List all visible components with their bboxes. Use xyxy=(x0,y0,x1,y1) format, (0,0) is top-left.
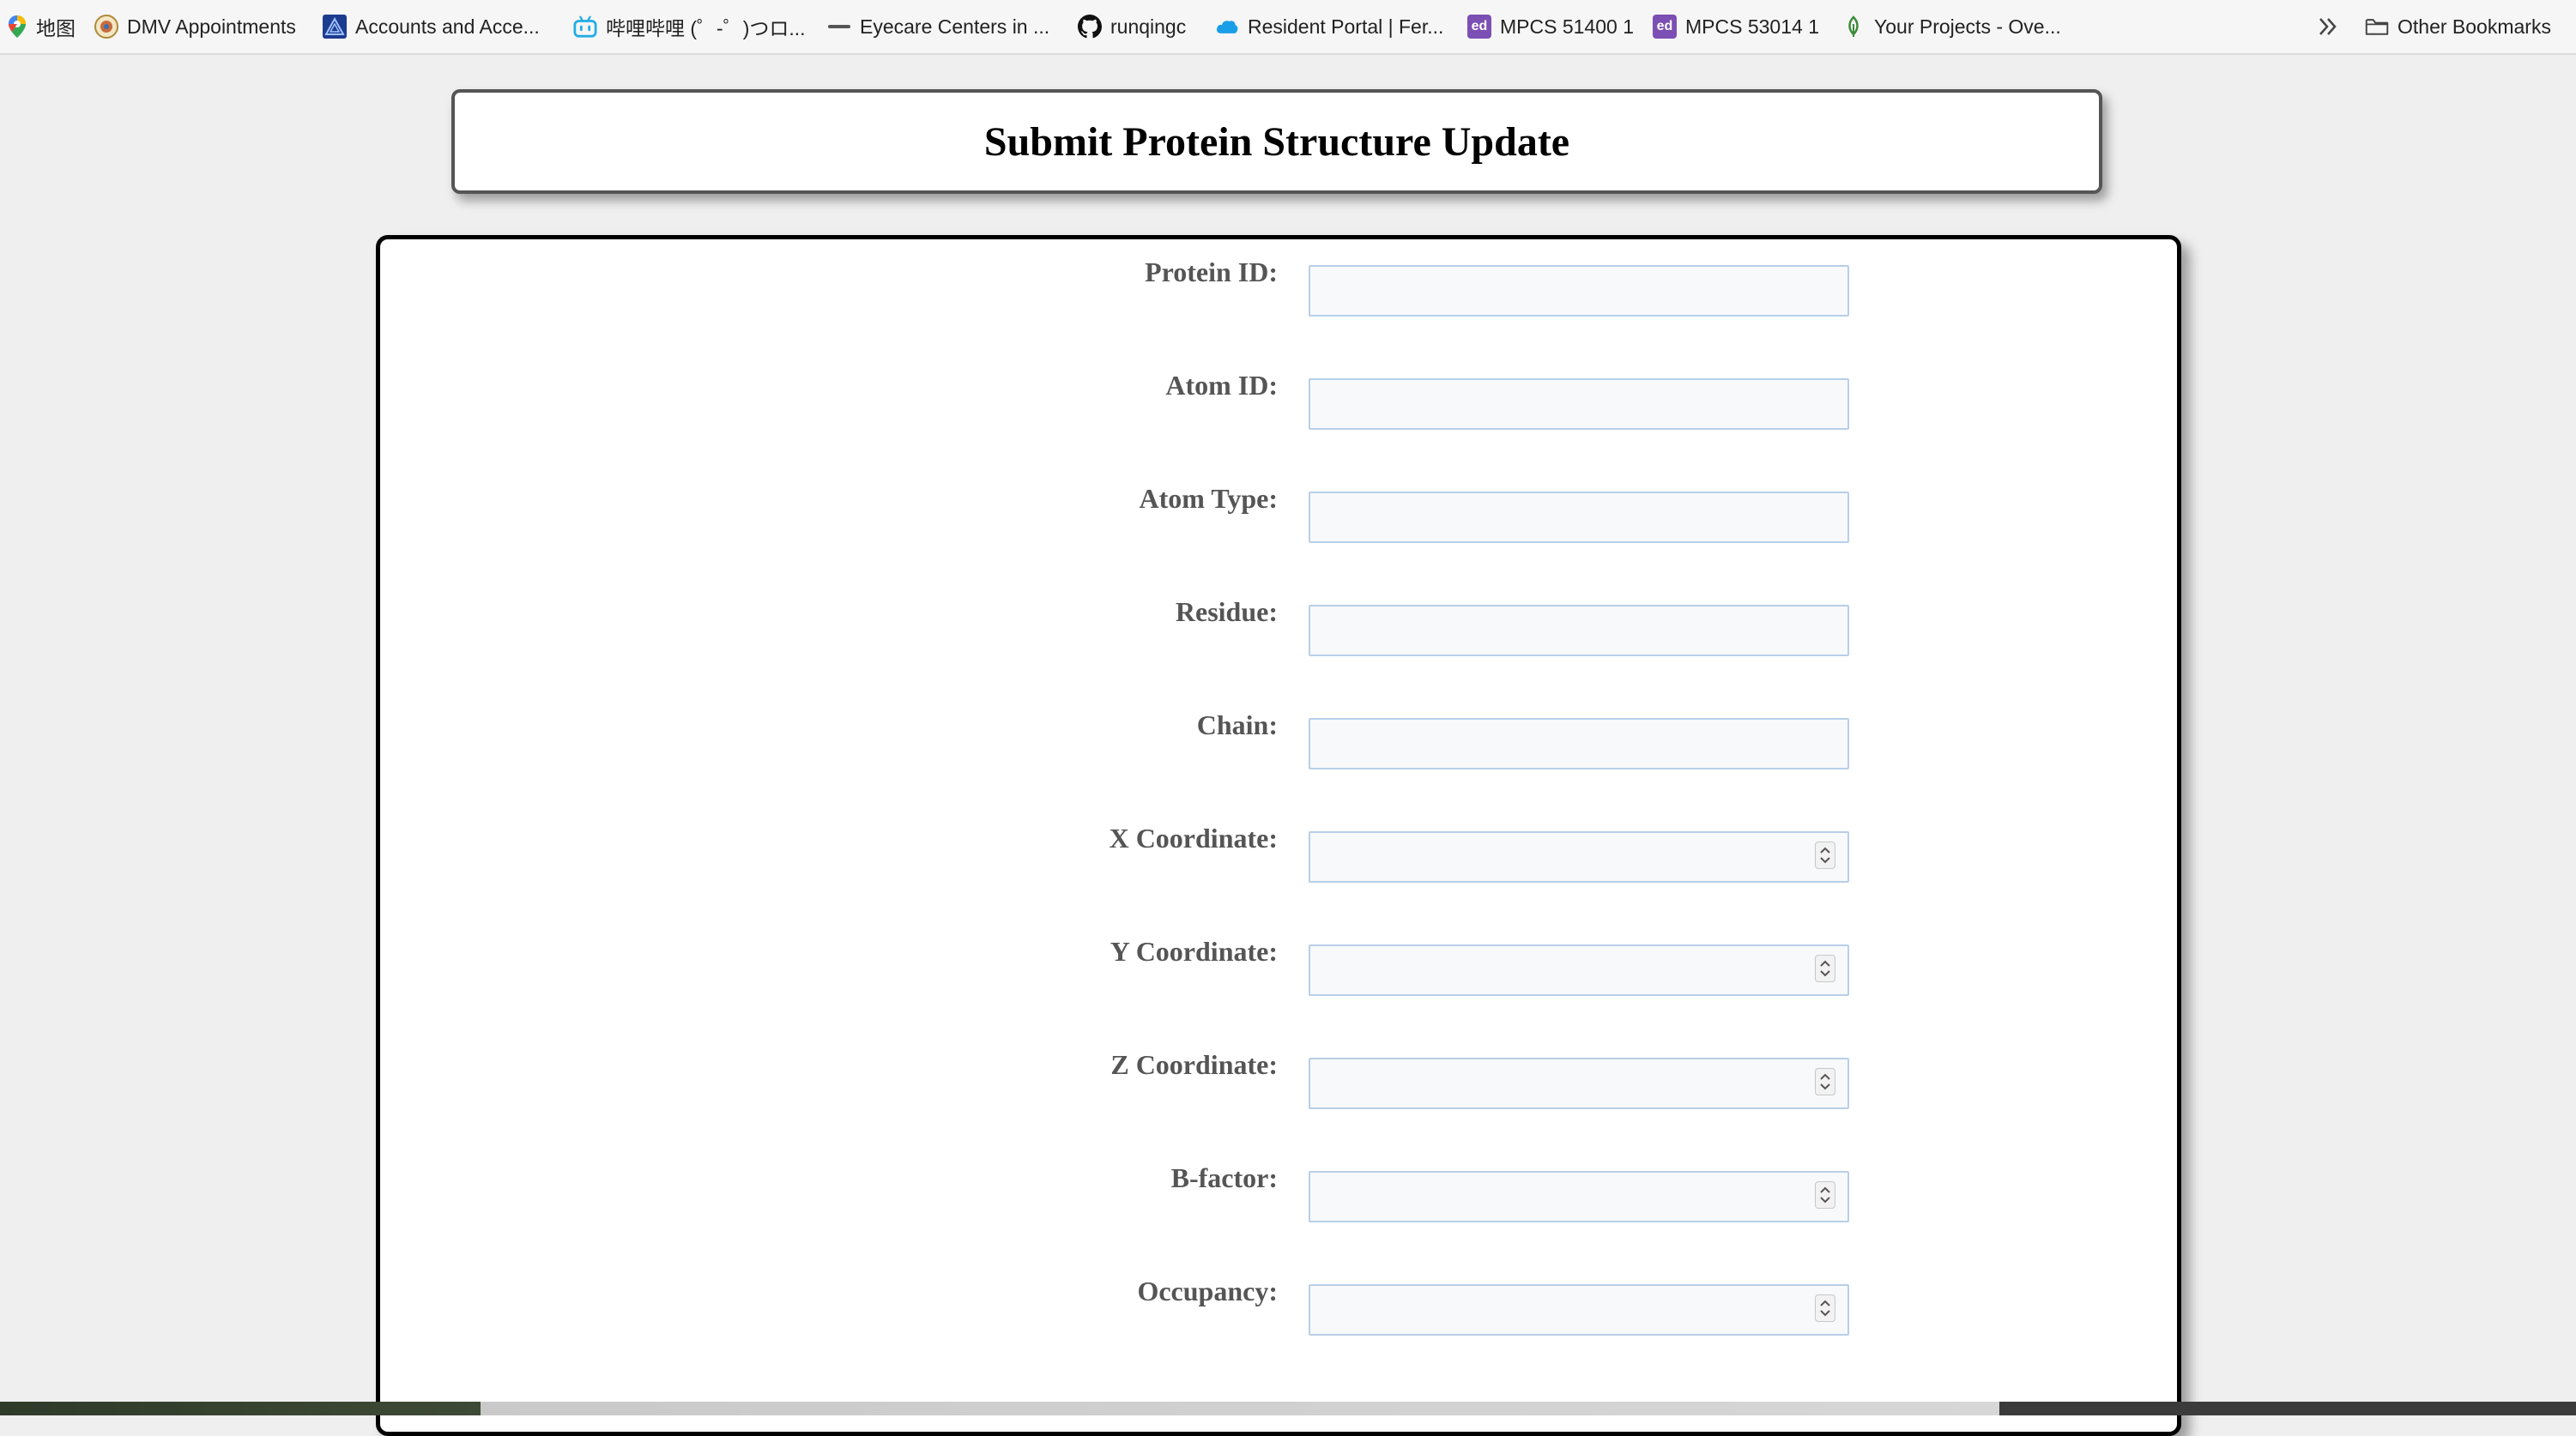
bookmark-label: MPCS 53014 1 xyxy=(1685,15,1819,38)
occupancy-input[interactable] xyxy=(1309,1284,1849,1336)
atom-type-row: Atom Type: xyxy=(380,483,2177,543)
protein-id-input[interactable] xyxy=(1309,265,1849,317)
maps-pin-icon xyxy=(5,15,29,39)
residue-label: Residue: xyxy=(1175,596,1278,627)
z-coordinate-row: Z Coordinate: xyxy=(380,1049,2177,1109)
bookmark-resident-portal[interactable]: Resident Portal | Fer... xyxy=(1215,12,1443,41)
residue-row: Residue: xyxy=(380,596,2177,656)
x-coordinate-row: X Coordinate: xyxy=(380,823,2177,883)
bookmark-your-projects[interactable]: Your Projects - Ove... xyxy=(1841,12,2061,41)
cloud-icon xyxy=(1215,15,1239,39)
bookmark-label: Accounts and Acce... xyxy=(355,15,540,38)
github-icon xyxy=(1078,15,1102,39)
atom-id-label: Atom ID: xyxy=(1165,370,1278,401)
bookmark-other-bookmarks[interactable]: Other Bookmarks xyxy=(2365,12,2551,41)
bookmark-accounts-and-access[interactable]: Accounts and Acce... xyxy=(323,12,540,41)
protein-id-label: Protein ID: xyxy=(1145,256,1278,287)
bookmark-label: DMV Appointments xyxy=(127,15,296,38)
x-coordinate-stepper-icon[interactable] xyxy=(1815,842,1835,869)
b-factor-label: B-factor: xyxy=(1170,1162,1278,1193)
atom-type-label: Atom Type: xyxy=(1139,483,1278,514)
bookmark-label: Resident Portal | Fer... xyxy=(1248,15,1444,38)
bookmark-label: 哔哩哔哩 (゜-゜)つロ... xyxy=(606,17,806,39)
x-coordinate-label: X Coordinate: xyxy=(1109,823,1278,854)
y-coordinate-input[interactable] xyxy=(1309,944,1849,996)
bilibili-tv-icon xyxy=(573,15,597,39)
y-coordinate-stepper-icon[interactable] xyxy=(1815,955,1835,982)
bookmark-mpcs-51400[interactable]: ed MPCS 51400 1 xyxy=(1467,12,1634,41)
bookmark-mpcs-53014[interactable]: ed MPCS 53014 1 xyxy=(1653,12,1819,41)
leaf-icon xyxy=(1841,15,1865,39)
protein-id-row: Protein ID: xyxy=(380,256,2177,317)
bookmark-github-runqingc[interactable]: runqingc xyxy=(1078,12,1186,41)
x-coordinate-input[interactable] xyxy=(1309,831,1849,883)
page-title-card: Submit Protein Structure Update xyxy=(451,89,2102,194)
chain-input[interactable] xyxy=(1309,718,1849,769)
b-factor-input[interactable] xyxy=(1309,1171,1849,1222)
chain-row: Chain: xyxy=(380,709,2177,769)
atom-id-row: Atom ID: xyxy=(380,370,2177,430)
occupancy-row: Occupancy: xyxy=(380,1276,2177,1336)
dock-strip xyxy=(0,1402,2576,1415)
occupancy-label: Occupancy: xyxy=(1137,1276,1278,1306)
bookmark-label: MPCS 51400 1 xyxy=(1500,15,1634,38)
bookmark-bilibili[interactable]: 哔哩哔哩 (゜-゜)つロ... xyxy=(573,12,806,41)
bookmark-label: runqingc xyxy=(1110,15,1187,38)
folder-icon xyxy=(2365,15,2389,39)
occupancy-stepper-icon[interactable] xyxy=(1815,1294,1835,1322)
atom-type-input[interactable] xyxy=(1309,492,1849,543)
b-factor-stepper-icon[interactable] xyxy=(1815,1181,1835,1209)
protein-update-form: Protein ID: Atom ID: Atom Type: Residue:… xyxy=(376,235,2181,1436)
more-bookmarks-chevron-icon[interactable] xyxy=(2315,14,2341,39)
triangle-logo-icon xyxy=(323,15,347,39)
bookmark-label: Your Projects - Ove... xyxy=(1874,15,2061,38)
page-title: Submit Protein Structure Update xyxy=(983,118,1570,165)
bookmark-dmv-appointments[interactable]: DMV Appointments xyxy=(94,12,296,41)
bookmark-label: 地图 xyxy=(36,17,76,39)
bookmark-eyecare-centers[interactable]: Eyecare Centers in ... xyxy=(827,12,1049,41)
bookmark-label: Eyecare Centers in ... xyxy=(860,15,1050,38)
ed-icon: ed xyxy=(1467,15,1491,39)
bookmarks-bar: 地图 DMV Appointments Accounts and Acce... xyxy=(0,0,2576,55)
other-bookmarks-label: Other Bookmarks xyxy=(2398,15,2551,38)
z-coordinate-input[interactable] xyxy=(1309,1058,1849,1109)
y-coordinate-label: Y Coordinate: xyxy=(1110,936,1278,967)
bookmark-maps[interactable]: 地图 xyxy=(5,12,76,41)
atom-id-input[interactable] xyxy=(1309,378,1849,430)
chain-label: Chain: xyxy=(1196,709,1278,740)
eyecare-logo-icon xyxy=(827,15,851,39)
residue-input[interactable] xyxy=(1309,605,1849,656)
y-coordinate-row: Y Coordinate: xyxy=(380,936,2177,996)
z-coordinate-label: Z Coordinate: xyxy=(1110,1049,1278,1080)
z-coordinate-stepper-icon[interactable] xyxy=(1815,1068,1835,1095)
b-factor-row: B-factor: xyxy=(380,1162,2177,1222)
state-seal-icon xyxy=(94,15,118,39)
ed-icon: ed xyxy=(1653,15,1677,39)
